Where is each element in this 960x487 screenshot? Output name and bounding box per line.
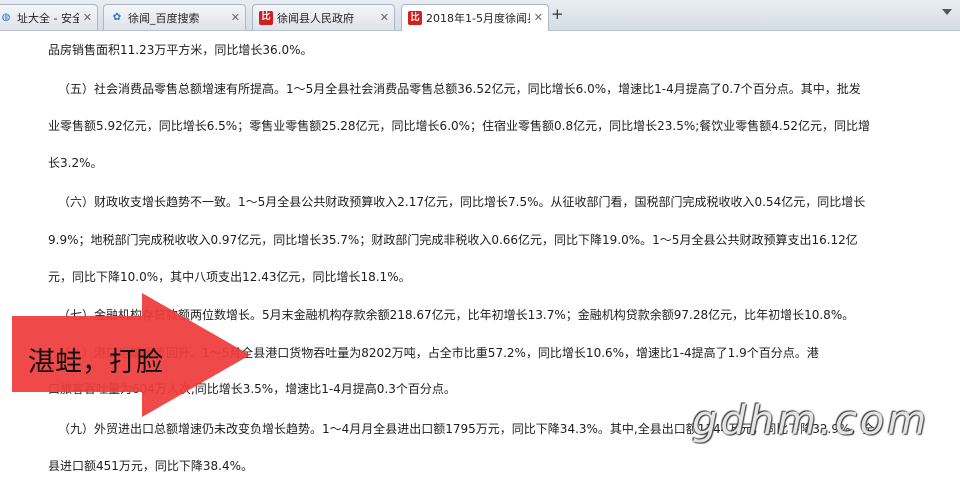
tab-title: 徐闻_百度搜索 xyxy=(128,11,200,25)
close-icon[interactable]: ✕ xyxy=(231,11,240,24)
site-watermark: gdhm.com xyxy=(692,398,930,444)
article-line: 品房销售面积11.23万平方米，同比增长36.0%。 xyxy=(48,43,313,57)
tab-baidu-search[interactable]: ✿ 徐闻_百度搜索 ✕ xyxy=(103,4,246,30)
tab-title: 址大全 - 安全实… xyxy=(17,11,79,25)
globe-icon: ◍ xyxy=(1,11,11,23)
article-line: 县进口额451万元，同比下降38.4%。 xyxy=(48,459,254,473)
tab-list-dropdown-icon[interactable] xyxy=(942,9,952,15)
new-tab-button[interactable]: + xyxy=(551,5,564,23)
article-line: 长3.2%。 xyxy=(48,156,103,170)
article-line: 口旅客吞吐量为604万人次,同比增长3.5%，增速比1-4月提高0.3个百分点。 xyxy=(48,382,456,396)
close-icon[interactable]: ✕ xyxy=(83,11,92,24)
tab-address-directory[interactable]: ◍ 址大全 - 安全实… ✕ xyxy=(0,4,98,30)
article-line: 元，同比下降10.0%，其中八项支出12.43亿元，同比增长18.1%。 xyxy=(48,270,411,284)
tab-county-government[interactable]: 比 徐闻县人民政府 ✕ xyxy=(252,4,395,30)
article-line: （五）社会消费品零售总额增速有所提高。1～5月全县社会消费品零售总额36.52亿… xyxy=(58,82,861,96)
tab-title: 徐闻县人民政府 xyxy=(277,11,354,25)
article-line: （六）财政收支增长趋势不一致。1～5月全县公共财政预算收入2.17亿元，同比增长… xyxy=(58,195,866,209)
gov-emblem-icon: 比 xyxy=(259,10,273,25)
browser-tab-bar: ◍ 址大全 - 安全实… ✕ ✿ 徐闻_百度搜索 ✕ 比 徐闻县人民政府 ✕ 比… xyxy=(0,0,960,31)
tab-statistics-report[interactable]: 比 2018年1-5月度徐闻县… ✕ xyxy=(401,4,549,31)
article-line: （八）港口运输逐步回升。1～5月全县港口货物吞吐量为8202万吨，占全市比重57… xyxy=(58,346,819,360)
article-line: 9.9%；地税部门完成税收收入0.97亿元，同比增长35.7%；财政部门完成非税… xyxy=(48,233,858,247)
tab-title: 2018年1-5月度徐闻县… xyxy=(426,12,530,25)
close-icon[interactable]: ✕ xyxy=(380,11,389,24)
close-icon[interactable]: ✕ xyxy=(534,11,543,24)
article-line: （七）金融机构存贷款额两位数增长。5月末金融机构存款余额218.67亿元，比年初… xyxy=(58,308,855,322)
baidu-icon: ✿ xyxy=(112,11,122,23)
gov-emblem-icon: 比 xyxy=(408,11,422,25)
article-line: 业零售额5.92亿元，同比增长6.5%；零售业零售额25.28亿元，同比增长6.… xyxy=(48,119,871,133)
arrow-caption: 湛蛙，打脸 xyxy=(28,347,163,378)
